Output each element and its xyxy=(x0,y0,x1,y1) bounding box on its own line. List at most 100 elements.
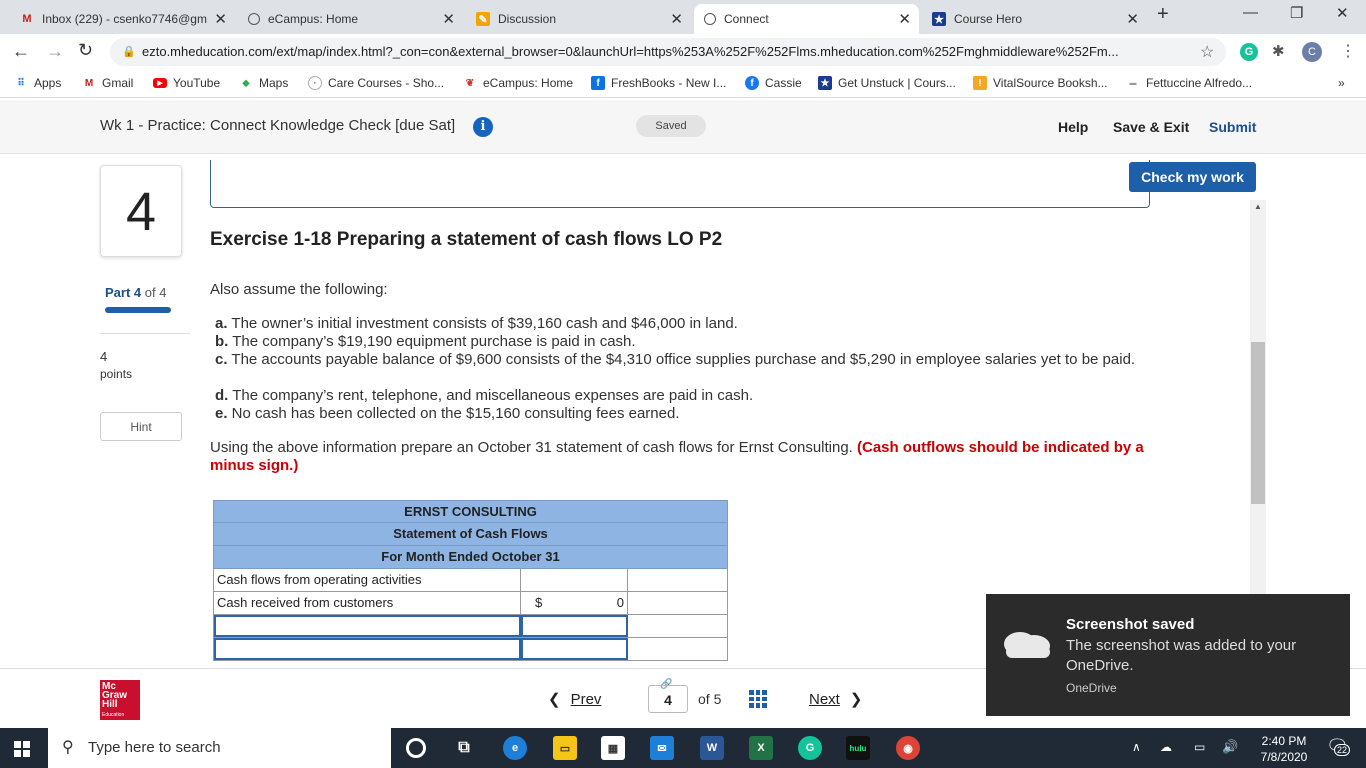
bookmark-label: Apps xyxy=(34,76,62,90)
reload-icon[interactable]: ↻ xyxy=(78,40,93,61)
bookmark-label: VitalSource Booksh... xyxy=(993,76,1108,90)
battery-icon[interactable]: ▭ xyxy=(1194,740,1205,754)
bookmark-cassie[interactable]: f Cassie xyxy=(745,76,802,90)
volume-icon[interactable]: 🔊 xyxy=(1222,739,1238,755)
forward-arrow-icon[interactable]: → xyxy=(46,41,64,62)
bookmark-star-icon[interactable]: ☆ xyxy=(1200,42,1214,62)
label-input[interactable] xyxy=(214,615,521,637)
task-view-icon[interactable]: ⧉ xyxy=(452,736,476,760)
restore-icon[interactable]: ❐ xyxy=(1290,4,1303,22)
bookmark-apps[interactable]: ⠿ Apps xyxy=(14,76,61,90)
close-icon[interactable]: ✕ xyxy=(1126,10,1139,28)
bookmark-vitalsource[interactable]: ! VitalSource Booksh... xyxy=(973,76,1108,90)
tab-ecampus[interactable]: eCampus: Home ✕ xyxy=(238,4,463,34)
scrollbar-thumb[interactable] xyxy=(1251,342,1265,504)
label-input[interactable] xyxy=(214,638,521,660)
url-text: ezto.mheducation.com/ext/map/index.html?… xyxy=(142,44,1119,59)
close-window-icon[interactable]: ✕ xyxy=(1336,4,1349,22)
back-arrow-icon[interactable]: ← xyxy=(12,41,30,62)
close-icon[interactable]: ✕ xyxy=(898,10,911,28)
edge-icon[interactable]: e xyxy=(503,736,527,760)
grammarly-icon[interactable]: G xyxy=(798,736,822,760)
youtube-icon: ▶ xyxy=(153,78,167,88)
intro-text: Also assume the following: xyxy=(210,281,388,298)
row-label: Cash flows from operating activities xyxy=(214,569,521,591)
freshbooks-icon: f xyxy=(591,76,605,90)
page-number-box[interactable]: 4 xyxy=(648,685,688,713)
scroll-up-icon[interactable]: ▲ xyxy=(1250,202,1266,214)
info-icon[interactable]: i xyxy=(473,117,493,137)
statement-viewport: ERNST CONSULTING Statement of Cash Flows… xyxy=(213,500,728,663)
care-icon: · xyxy=(308,76,322,90)
menu-kebab-icon[interactable]: ⋮ xyxy=(1340,41,1356,61)
prev-button[interactable]: ❮ Prev xyxy=(548,690,601,708)
extensions-icon[interactable]: ✱ xyxy=(1272,42,1285,60)
bookmark-label: Maps xyxy=(259,76,289,90)
check-my-work-button[interactable]: Check my work xyxy=(1129,162,1256,192)
amount-cell xyxy=(521,569,628,591)
file-explorer-icon[interactable]: ▭ xyxy=(553,736,577,760)
globe-icon xyxy=(248,13,260,25)
bookmark-label: FreshBooks - New I... xyxy=(611,76,727,90)
previous-part-box xyxy=(210,160,1150,208)
help-link[interactable]: Help xyxy=(1058,119,1088,135)
tab-course-hero[interactable]: ★ Course Hero ✕ xyxy=(922,4,1147,34)
close-icon[interactable]: ✕ xyxy=(214,10,227,28)
grammarly-extension-icon[interactable]: G xyxy=(1240,43,1258,61)
bookmark-care-courses[interactable]: · Care Courses - Sho... xyxy=(308,76,444,90)
network-icon[interactable]: ☁ xyxy=(1160,740,1172,754)
question-grid-icon[interactable] xyxy=(749,690,767,708)
mail-icon[interactable]: ✉ xyxy=(650,736,674,760)
submit-link[interactable]: Submit xyxy=(1209,119,1256,135)
bookmark-fettuccine[interactable]: ▬ Fettuccine Alfredo... xyxy=(1126,76,1253,90)
points-value: 4 xyxy=(100,349,108,364)
chrome-icon[interactable]: ◉ xyxy=(896,736,920,760)
save-exit-link[interactable]: Save & Exit xyxy=(1113,119,1189,135)
facebook-icon: f xyxy=(745,76,759,90)
tab-title: eCampus: Home xyxy=(268,12,359,26)
bookmark-get-unstuck[interactable]: ★ Get Unstuck | Cours... xyxy=(818,76,956,90)
tab-discussion[interactable]: ✎ Discussion ✕ xyxy=(466,4,691,34)
tab-inbox[interactable]: M Inbox (229) - csenko7746@gm ✕ xyxy=(10,4,235,34)
bookmark-label: YouTube xyxy=(173,76,221,90)
clock-date: 7/8/2020 xyxy=(1260,750,1308,764)
amount-input[interactable] xyxy=(521,638,628,660)
close-icon[interactable]: ✕ xyxy=(442,10,455,28)
cortana-icon[interactable] xyxy=(406,738,426,758)
item-text: The company’s rent, telephone, and misce… xyxy=(228,387,754,404)
word-icon[interactable]: W xyxy=(700,736,724,760)
bookmark-gmail[interactable]: M Gmail xyxy=(82,76,134,90)
close-icon[interactable]: ✕ xyxy=(670,10,683,28)
minimize-icon[interactable]: — xyxy=(1243,4,1258,21)
profile-avatar[interactable]: C xyxy=(1302,42,1322,62)
excel-icon[interactable]: X xyxy=(749,736,773,760)
table-row xyxy=(213,638,728,661)
total-cell xyxy=(628,638,727,660)
hulu-icon[interactable]: hulu xyxy=(846,736,870,760)
action-center-icon[interactable]: 🗨22 xyxy=(1326,736,1351,757)
bookmark-maps[interactable]: ⬥ Maps xyxy=(239,76,289,90)
next-button[interactable]: Next ❯ xyxy=(809,690,862,708)
windows-start-icon[interactable] xyxy=(14,741,30,757)
bookmarks-overflow-button[interactable]: » xyxy=(1338,76,1345,90)
taskbar-search-input[interactable]: ⚲ Type here to search xyxy=(48,728,391,768)
taskbar-clock[interactable]: 2:40 PM 7/8/2020 xyxy=(1252,733,1316,765)
bookmark-youtube[interactable]: ▶ YouTube xyxy=(153,76,220,90)
assumption-item: d. The company’s rent, telephone, and mi… xyxy=(215,387,1155,405)
tab-connect[interactable]: Connect ✕ xyxy=(694,4,919,34)
bookmarks-bar: ⠿ Apps M Gmail ▶ YouTube ⬥ Maps · Care Course… xyxy=(0,70,1366,98)
store-icon[interactable]: ▦ xyxy=(601,736,625,760)
address-bar[interactable]: 🔒 ezto.mheducation.com/ext/map/index.htm… xyxy=(110,38,1226,66)
ecampus-icon: ❦ xyxy=(465,77,475,89)
statement-title: Statement of Cash Flows xyxy=(213,523,728,546)
part-total: of 4 xyxy=(141,285,167,300)
new-tab-button[interactable]: + xyxy=(1157,3,1169,26)
tray-overflow-icon[interactable]: ∧ xyxy=(1132,740,1141,754)
hint-button[interactable]: Hint xyxy=(100,412,182,441)
coursehero-icon: ★ xyxy=(818,76,832,90)
prev-label: Prev xyxy=(570,691,602,708)
assignment-title: Wk 1 - Practice: Connect Knowledge Check… xyxy=(100,117,456,134)
amount-input[interactable] xyxy=(521,615,628,637)
bookmark-ecampus[interactable]: ❦ eCampus: Home xyxy=(463,76,573,90)
bookmark-freshbooks[interactable]: f FreshBooks - New I... xyxy=(591,76,726,90)
